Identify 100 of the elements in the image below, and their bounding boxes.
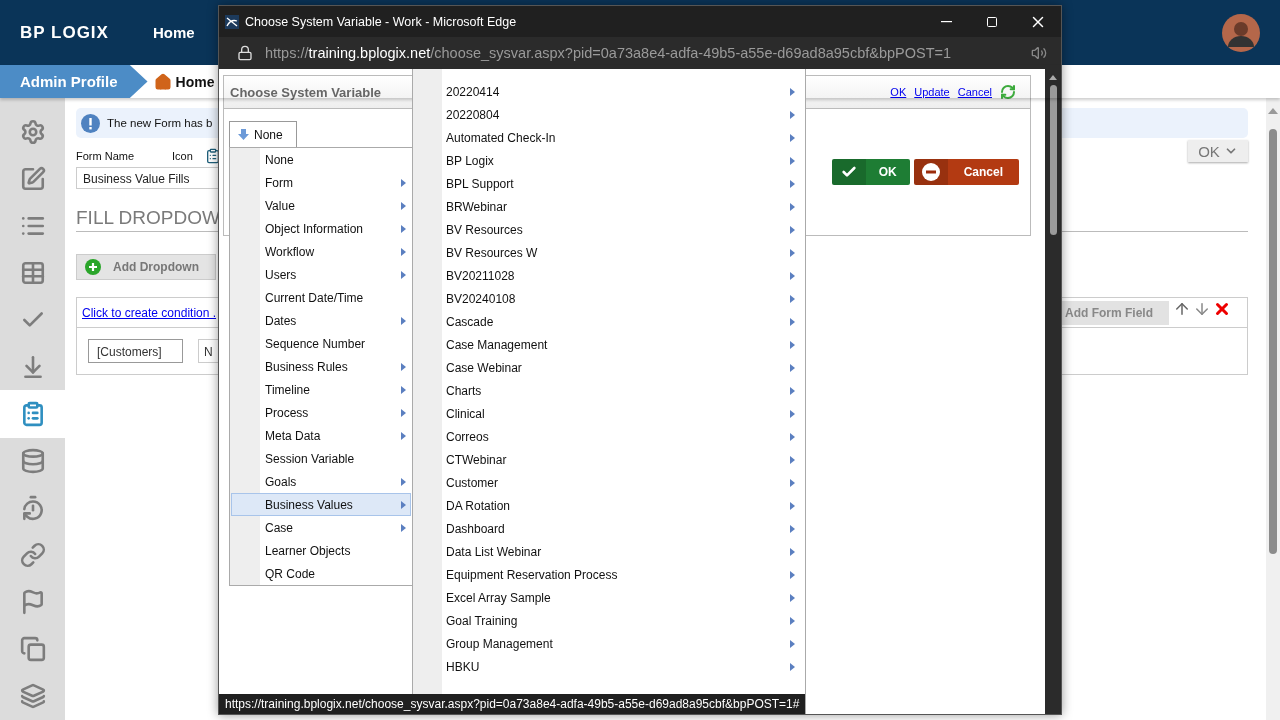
scrollbar-thumb[interactable] (1269, 129, 1277, 554)
browser-icon (225, 14, 239, 29)
ok-dropdown-button[interactable]: OK (1188, 140, 1248, 162)
menu-item[interactable]: Users (231, 263, 411, 286)
submenu-item[interactable]: Cascade (413, 310, 805, 333)
submenu-item[interactable]: Customer (413, 471, 805, 494)
check-icon (840, 164, 857, 180)
minimize-icon (940, 20, 952, 23)
plus-icon (85, 259, 101, 275)
menu-item[interactable]: Sequence Number (231, 332, 411, 355)
submenu-arrow-icon (790, 248, 795, 257)
submenu-arrow-icon (790, 225, 795, 234)
submenu-item[interactable]: BV Resources W (413, 241, 805, 264)
submenu-item[interactable]: Goal Training (413, 609, 805, 632)
submenu-arrow-icon (790, 156, 795, 165)
read-aloud-icon[interactable] (1031, 45, 1047, 61)
submenu-item[interactable]: Excel Array Sample (413, 586, 805, 609)
info-icon (81, 113, 100, 133)
menu-item[interactable]: Meta Data (231, 424, 411, 447)
scroll-up-icon[interactable] (1049, 75, 1057, 80)
header-link[interactable]: OK (890, 86, 907, 98)
input-field[interactable]: [Customers] (88, 339, 183, 363)
submenu-arrow-icon (790, 386, 795, 395)
menu-item[interactable]: Learner Objects (231, 539, 411, 562)
lock-icon[interactable] (237, 45, 253, 61)
menu-item[interactable]: Timeline (231, 378, 411, 401)
submenu-arrow-icon (790, 639, 795, 648)
menu-item[interactable]: Workflow (231, 240, 411, 263)
breadcrumb-link[interactable]: Admin Profile (0, 65, 148, 98)
sidebar-item[interactable] (0, 390, 65, 438)
menu-item[interactable]: Business Values (231, 493, 411, 516)
database-icon (19, 448, 46, 475)
submenu-arrow-icon (401, 270, 406, 279)
delete-icon[interactable] (1213, 300, 1231, 318)
submenu-arrow-icon (401, 431, 406, 440)
menu-item[interactable]: Dates (231, 309, 411, 332)
submenu-arrow-icon (790, 478, 795, 487)
avatar[interactable] (1222, 13, 1260, 52)
menu-item[interactable]: Business Rules (231, 355, 411, 378)
submenu-item[interactable]: Group Management (413, 632, 805, 655)
cancel-button[interactable]: Cancel (913, 159, 1019, 185)
submenu-item[interactable]: 20220414 (413, 80, 805, 103)
submenu-item[interactable]: Dashboard (413, 517, 805, 540)
logo[interactable]: BP LOGIX (20, 22, 109, 43)
submenu-item[interactable]: HBKU (413, 655, 805, 678)
arrow-down-icon (238, 129, 249, 140)
link-icon (19, 542, 46, 569)
move-up-icon[interactable] (1173, 300, 1191, 318)
menu-item[interactable]: Goals (231, 470, 411, 493)
status-url: https://training.bplogix.net/choose_sysvar.aspx?pid=0a73a8e4-adfa-49b5-a55e-d69ad8a95cbf&bpPOST=1# (219, 694, 806, 714)
add-dropdown-button[interactable]: Add Dropdown (76, 254, 216, 280)
submenu-arrow-icon (790, 547, 795, 556)
submenu-item[interactable]: 20220804 (413, 103, 805, 126)
submenu-arrow-icon (401, 316, 406, 325)
submenu-item[interactable]: Case Management (413, 333, 805, 356)
menu-item[interactable]: Case (231, 516, 411, 539)
nav-link[interactable]: Home (152, 24, 195, 41)
submenu-arrow-icon (790, 179, 795, 188)
header-link[interactable]: Update (914, 86, 950, 98)
header-link[interactable]: Cancel (957, 86, 992, 98)
submenu-arrow-icon (790, 501, 795, 510)
submenu-item[interactable]: CTWebinar (413, 448, 805, 471)
scrollbar-thumb[interactable] (1049, 85, 1057, 235)
maximize-icon (986, 15, 998, 28)
submenu-item[interactable]: BPL Support (413, 172, 805, 195)
refresh-icon[interactable] (1000, 84, 1016, 100)
submenu-item[interactable]: Correos (413, 425, 805, 448)
field-label: Icon (172, 150, 193, 162)
submenu-arrow-icon (401, 500, 406, 509)
submenu-item[interactable]: Automated Check-In (413, 126, 805, 149)
submenu-item[interactable]: Data List Webinar (413, 540, 805, 563)
move-down-icon[interactable] (1193, 300, 1211, 318)
submenu-item[interactable]: BV20211028 (413, 264, 805, 287)
layers-icon (19, 683, 46, 710)
submenu-item[interactable]: BP Logix (413, 149, 805, 172)
menu-item[interactable]: Current Date/Time (231, 286, 411, 309)
submenu-arrow-icon (790, 87, 795, 96)
copy-icon (19, 636, 46, 663)
variable-dropdown[interactable]: None (229, 121, 297, 147)
submenu-arrow-icon (790, 455, 795, 464)
menu-item[interactable]: QR Code (231, 562, 411, 585)
menu-item[interactable]: Session Variable (231, 447, 411, 470)
submenu-arrow-icon (790, 110, 795, 119)
ok-button[interactable]: OK (831, 159, 910, 185)
create-condition-link[interactable]: Click to create condition . (82, 305, 217, 320)
submenu-item[interactable]: DA Rotation (413, 494, 805, 517)
submenu-arrow-icon (401, 408, 406, 417)
submenu-arrow-icon (790, 662, 795, 671)
submenu-item[interactable]: Case Webinar (413, 356, 805, 379)
menu-item[interactable]: Process (231, 401, 411, 424)
submenu-item[interactable]: Charts (413, 379, 805, 402)
submenu-arrow-icon (790, 202, 795, 211)
submenu-arrow-icon (790, 409, 795, 418)
submenu-arrow-icon (401, 247, 406, 256)
submenu-item[interactable]: Clinical (413, 402, 805, 425)
submenu-arrow-icon (790, 363, 795, 372)
submenu-item[interactable]: Equipment Reservation Process (413, 563, 805, 586)
breadcrumb-link[interactable]: Home (153, 72, 215, 91)
minus-circle-icon (921, 163, 940, 181)
submenu-item[interactable]: BV20240108 (413, 287, 805, 310)
